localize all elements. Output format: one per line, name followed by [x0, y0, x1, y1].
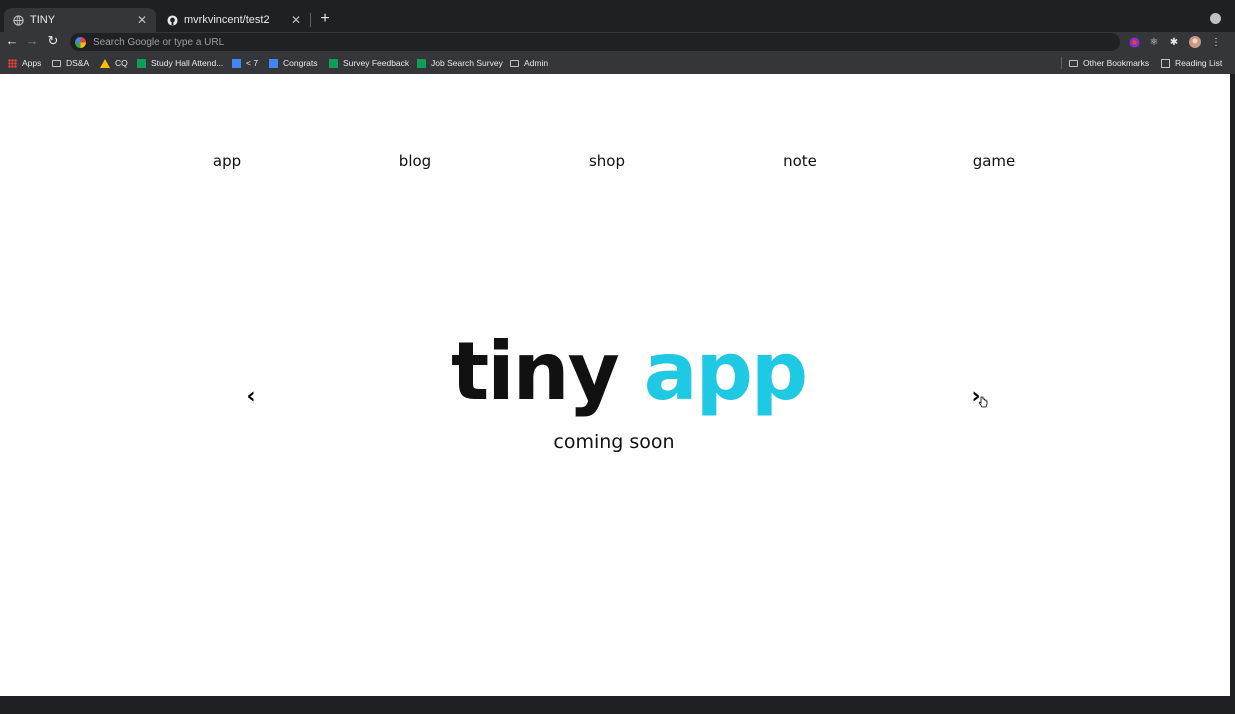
other-bookmarks-label: Other Bookmarks: [1083, 58, 1150, 68]
bookmark-label: Congrats: [283, 58, 318, 68]
sheets-icon: [137, 58, 146, 68]
folder-icon: [510, 59, 519, 67]
bookmark-job-search-survey[interactable]: Job Search Survey: [417, 58, 503, 68]
toolbar: ← → ↻ ⚛ ✱ ⋮: [0, 32, 1235, 52]
tab-strip: TINY ✕ mvrkvincent/test2 ✕ +: [0, 0, 1235, 32]
bookmark-label: < 7: [246, 58, 259, 68]
tab-title: TINY: [30, 14, 56, 26]
tab-search-icon[interactable]: [1210, 13, 1221, 24]
extension-icon[interactable]: [1128, 36, 1140, 48]
globe-icon: [12, 14, 24, 26]
new-tab-plus-icon[interactable]: +: [317, 10, 333, 28]
bookmark-label: CQ: [115, 58, 128, 68]
forward-arrow-icon[interactable]: →: [24, 33, 40, 48]
bookmark-label: DS&A: [66, 58, 90, 68]
close-icon[interactable]: ✕: [136, 13, 148, 27]
reading-list-icon: [1161, 58, 1170, 68]
apps-icon: [8, 58, 17, 68]
hero-word-tiny: tiny: [451, 325, 620, 418]
github-icon: [166, 14, 178, 26]
back-arrow-icon[interactable]: ←: [4, 33, 20, 48]
sheets-icon: [417, 58, 426, 68]
docs-icon: [269, 58, 278, 68]
nav-link-app[interactable]: app: [213, 152, 241, 170]
bookmark-apps[interactable]: Apps: [8, 58, 41, 68]
bookmark-admin[interactable]: Admin: [510, 58, 548, 68]
docs-icon: [232, 58, 241, 68]
bookmark-lt7[interactable]: < 7: [232, 58, 258, 68]
address-input[interactable]: [93, 36, 1093, 48]
folder-icon: [52, 59, 61, 67]
google-icon: [75, 36, 86, 48]
kebab-menu-icon[interactable]: ⋮: [1210, 36, 1222, 48]
drive-icon: [100, 58, 110, 68]
page-content: app blog shop note game ‹ tiny app comin…: [0, 74, 1230, 696]
reading-list-label: Reading List: [1175, 58, 1223, 68]
bookmarks-bar: Apps DS&A CQ Study Hall Attend... < 7 Co…: [0, 52, 1235, 74]
hero-subtitle: coming soon: [553, 431, 675, 453]
browser-window: TINY ✕ mvrkvincent/test2 ✕ + ← → ↻ ⚛ ✱ ⋮…: [0, 0, 1235, 714]
bookmark-study-hall[interactable]: Study Hall Attend...: [137, 58, 223, 68]
address-bar[interactable]: [70, 33, 1120, 51]
bookmark-divider: [1061, 57, 1062, 69]
nav-link-blog[interactable]: blog: [399, 152, 431, 170]
bookmark-cq[interactable]: CQ: [100, 58, 128, 68]
window-edge: [1230, 74, 1235, 696]
tab-tiny[interactable]: TINY ✕: [4, 8, 156, 32]
bookmark-label: Apps: [22, 58, 42, 68]
bookmark-label: Study Hall Attend...: [151, 58, 224, 68]
sheets-icon: [329, 58, 338, 68]
hero-word-app: app: [643, 325, 809, 418]
nav-link-note[interactable]: note: [783, 152, 817, 170]
reading-list[interactable]: Reading List: [1161, 58, 1222, 68]
tab-title: mvrkvincent/test2: [184, 14, 270, 26]
hero-title: tiny app: [451, 332, 808, 412]
folder-icon: [1069, 59, 1078, 67]
bookmark-dsa[interactable]: DS&A: [52, 58, 89, 68]
avatar[interactable]: [1189, 36, 1201, 48]
react-devtools-icon[interactable]: ⚛: [1148, 36, 1160, 48]
nav-link-game[interactable]: game: [973, 152, 1016, 170]
other-bookmarks[interactable]: Other Bookmarks: [1069, 58, 1149, 68]
bookmark-label: Survey Feedback: [343, 58, 410, 68]
previous-arrow-icon[interactable]: ‹: [241, 384, 261, 409]
close-icon[interactable]: ✕: [290, 13, 302, 27]
reload-icon[interactable]: ↻: [45, 33, 61, 49]
hand-cursor-icon: [978, 396, 988, 408]
bookmark-label: Admin: [524, 58, 549, 68]
bottom-strip: [0, 696, 1235, 714]
tab-divider: [310, 13, 311, 27]
bookmark-label: Job Search Survey: [431, 58, 503, 68]
bookmark-survey-feedback[interactable]: Survey Feedback: [329, 58, 409, 68]
tab-github[interactable]: mvrkvincent/test2 ✕: [158, 8, 310, 32]
bookmark-congrats[interactable]: Congrats: [269, 58, 318, 68]
nav-link-shop[interactable]: shop: [589, 152, 625, 170]
puzzle-icon[interactable]: ✱: [1168, 36, 1180, 48]
